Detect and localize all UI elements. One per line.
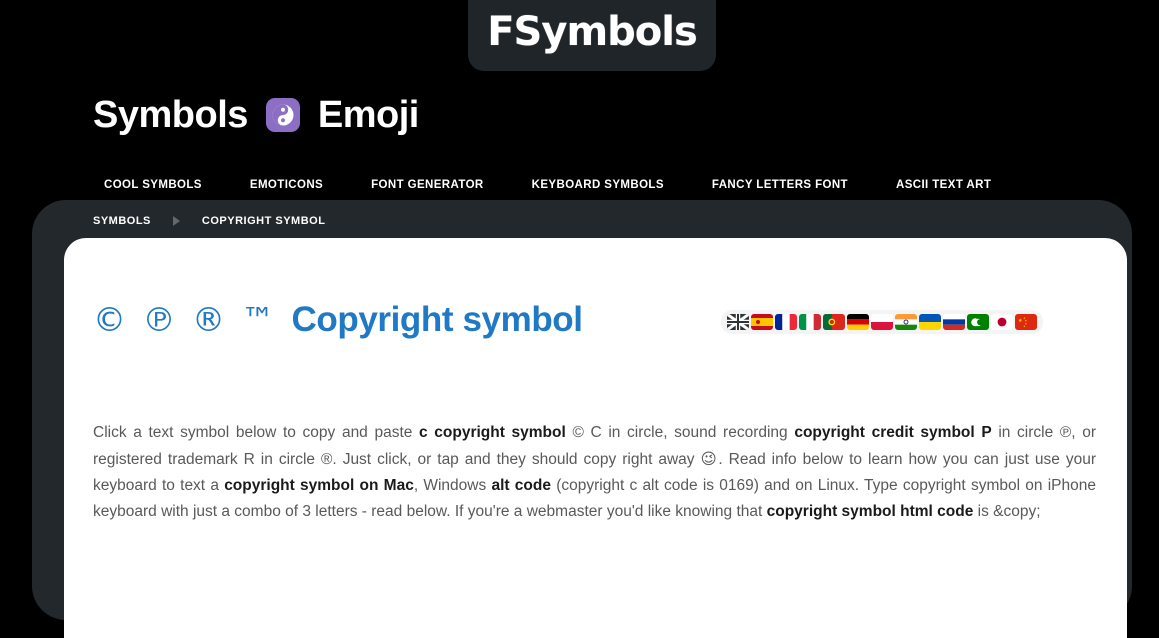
flag-ukraine[interactable]	[919, 314, 941, 330]
page-title-symbols: © ℗ ® ™	[93, 300, 278, 339]
intro-text-2: © C in circle, sound recording	[565, 423, 795, 441]
brand-word-symbols: Symbols	[93, 94, 248, 136]
intro-bold-2: copyright credit symbol P	[794, 423, 992, 441]
winking-face-emoji: 😉	[700, 449, 719, 468]
nav-item-font-generator[interactable]: FONT GENERATOR	[371, 179, 532, 191]
flag-portugal[interactable]	[823, 314, 845, 330]
site-logo[interactable]: FSymbols	[468, 0, 716, 71]
intro-text-7: is &copy;	[973, 502, 1041, 520]
flag-poland[interactable]	[871, 314, 893, 330]
chevron-right-icon	[172, 216, 180, 226]
breadcrumb-item-symbols[interactable]: SYMBOLS	[93, 215, 151, 227]
flag-india[interactable]	[895, 314, 917, 330]
site-logo-text: FSymbols	[487, 8, 698, 55]
flag-germany[interactable]	[847, 314, 869, 330]
yin-yang-icon	[265, 98, 300, 132]
intro-bold-3: copyright symbol on Mac	[224, 476, 414, 494]
nav-item-ascii-text-art[interactable]: ASCII TEXT ART	[896, 179, 991, 191]
page-title-text: Copyright symbol	[291, 300, 583, 339]
brand-word-emoji: Emoji	[317, 94, 419, 136]
intro-text-5: , Windows	[413, 476, 492, 494]
flag-italy[interactable]	[799, 314, 821, 330]
flag-france[interactable]	[775, 314, 797, 330]
flag-mauritania[interactable]	[967, 314, 989, 330]
flag-russia[interactable]	[943, 314, 965, 330]
nav-item-cool-symbols[interactable]: COOL SYMBOLS	[104, 179, 250, 191]
nav-item-keyboard-symbols[interactable]: KEYBOARD SYMBOLS	[532, 179, 712, 191]
page-title: © ℗ ® ™ Copyright symbol	[93, 300, 583, 340]
intro-bold-4: alt code	[491, 476, 551, 494]
intro-paragraph: Click a text symbol below to copy and pa…	[93, 420, 1096, 525]
brand-heading: Symbols Emoji	[93, 96, 419, 134]
intro-bold-5: copyright symbol html code	[766, 502, 974, 520]
intro-text-1: Click a text symbol below to copy and pa…	[93, 423, 420, 441]
main-navigation: COOL SYMBOLS EMOTICONS FONT GENERATOR KE…	[104, 179, 991, 191]
flag-spain[interactable]	[751, 314, 773, 330]
nav-item-fancy-letters-font[interactable]: FANCY LETTERS FONT	[712, 179, 896, 191]
breadcrumb: SYMBOLS COPYRIGHT SYMBOL	[93, 215, 325, 227]
flag-japan[interactable]	[991, 314, 1013, 330]
article-card: © ℗ ® ™ Copyright symbol ★ ★ ★ ★ ★ Click…	[64, 238, 1127, 638]
breadcrumb-item-current[interactable]: COPYRIGHT SYMBOL	[202, 215, 326, 227]
intro-bold-1: c copyright symbol	[419, 423, 566, 441]
nav-item-emoticons[interactable]: EMOTICONS	[250, 179, 371, 191]
flag-united-kingdom[interactable]	[727, 314, 749, 330]
language-flag-list: ★ ★ ★ ★ ★	[721, 310, 1043, 334]
flag-china[interactable]: ★ ★ ★ ★ ★	[1015, 314, 1037, 330]
